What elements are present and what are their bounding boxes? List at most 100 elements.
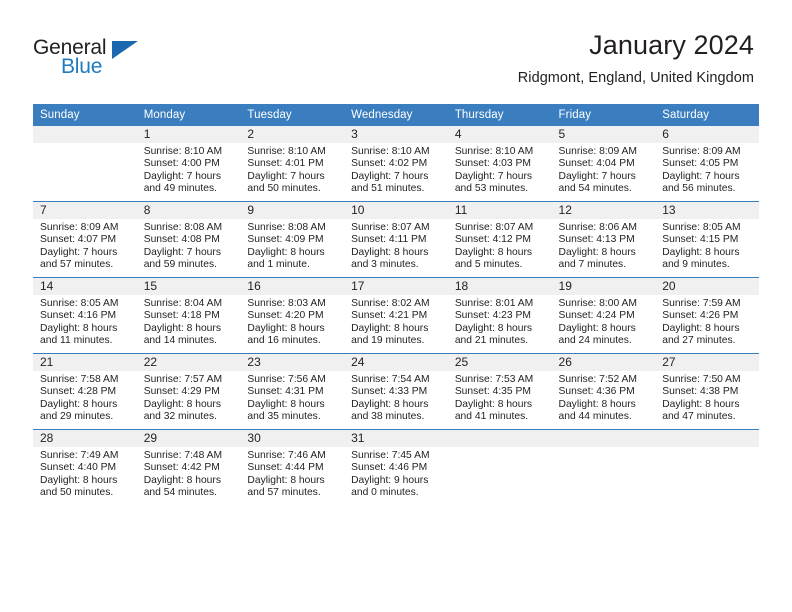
calendar-day-cell[interactable]: 5 Sunrise: 8:09 AM Sunset: 4:04 PM Daylight… [551,126,656,202]
sunset-text: Sunset: 4:28 PM [40,386,117,398]
calendar-day-cell[interactable]: 18 Sunrise: 8:01 AM Sunset: 4:23 PM Dayligh… [447,277,552,354]
sunrise-text: Sunrise: 8:04 AM [143,298,223,309]
calendar-day-cell[interactable]: 14 Sunrise: 8:05 AM Sunset: 4:16 PM Dayligh… [33,277,137,354]
day-cell-content: 16 Sunrise: 8:03 AM Sunset: 4:20 PM Dayligh… [240,278,345,353]
day-cell-content: 11 Sunrise: 8:07 AM Sunset: 4:12 PM Dayligh… [447,202,552,277]
daylight-text-line2: and 44 minutes. [558,411,632,423]
sun-details: Sunrise: 7:50 AM Sunset: 4:38 PM Daylight:… [655,371,759,424]
weekday-header-tuesday: Tuesday [240,104,345,126]
calendar-day-cell[interactable]: 15 Sunrise: 8:04 AM Sunset: 4:18 PM Dayligh… [136,277,241,354]
day-cell-content: 26 Sunrise: 7:52 AM Sunset: 4:36 PM Dayligh… [551,354,656,429]
sunset-text: Sunset: 4:18 PM [143,310,220,322]
day-number: 31 [344,430,448,447]
sunset-text: Sunset: 4:38 PM [662,386,739,398]
daylight-text-line1: Daylight: 8 hours [558,398,636,410]
calendar-day-cell[interactable]: 6 Sunrise: 8:09 AM Sunset: 4:05 PM Daylight… [655,126,759,202]
sunrise-text: Sunrise: 8:09 AM [662,146,741,157]
daylight-text-line2: and 32 minutes. [143,411,217,423]
sunset-text: Sunset: 4:33 PM [351,386,428,398]
day-number [33,126,137,143]
daylight-text-line1: Daylight: 8 hours [247,474,325,486]
sunset-text: Sunset: 4:21 PM [351,310,428,322]
sunset-text: Sunset: 4:16 PM [40,310,117,322]
calendar-day-cell[interactable]: 31 Sunrise: 7:45 AM Sunset: 4:46 PM Dayligh… [344,429,448,505]
calendar-day-cell[interactable]: 10 Sunrise: 8:07 AM Sunset: 4:11 PM Dayligh… [344,201,448,278]
daylight-text-line2: and 59 minutes. [143,259,217,271]
calendar-day-cell[interactable]: 29 Sunrise: 7:48 AM Sunset: 4:42 PM Dayligh… [136,429,241,505]
daylight-text-line1: Daylight: 8 hours [558,246,636,258]
daylight-text-line2: and 14 minutes. [143,335,217,347]
day-number: 9 [240,202,345,219]
sunrise-text: Sunrise: 7:49 AM [40,450,119,461]
calendar-day-cell[interactable]: 12 Sunrise: 8:06 AM Sunset: 4:13 PM Dayligh… [551,201,656,278]
calendar-day-cell[interactable]: 2 Sunrise: 8:10 AM Sunset: 4:01 PM Daylight… [240,126,345,202]
calendar-day-cell[interactable]: 3 Sunrise: 8:10 AM Sunset: 4:02 PM Daylight… [344,126,448,202]
daylight-text-line2: and 35 minutes. [247,411,321,423]
sunset-text: Sunset: 4:31 PM [247,386,324,398]
calendar-day-cell[interactable]: 21 Sunrise: 7:58 AM Sunset: 4:28 PM Dayligh… [33,353,137,430]
calendar-day-cell[interactable]: 4 Sunrise: 8:10 AM Sunset: 4:03 PM Daylight… [447,126,552,202]
calendar-day-cell[interactable]: 8 Sunrise: 8:08 AM Sunset: 4:08 PM Daylight… [136,201,241,278]
day-cell-content: 20 Sunrise: 7:59 AM Sunset: 4:26 PM Dayligh… [655,278,759,353]
sunset-text: Sunset: 4:09 PM [247,234,324,246]
calendar-day-cell[interactable]: 7 Sunrise: 8:09 AM Sunset: 4:07 PM Daylight… [33,201,137,278]
calendar-day-cell[interactable]: 23 Sunrise: 7:56 AM Sunset: 4:31 PM Dayligh… [240,353,345,430]
sunrise-text: Sunrise: 8:10 AM [143,146,223,157]
sun-details: Sunrise: 8:10 AM Sunset: 4:03 PM Daylight:… [448,143,552,196]
daylight-text-line2: and 57 minutes. [40,259,114,271]
daylight-text-line2: and 16 minutes. [247,335,321,347]
sunset-text: Sunset: 4:12 PM [454,234,531,246]
calendar-day-cell[interactable]: 25 Sunrise: 7:53 AM Sunset: 4:35 PM Dayligh… [447,353,552,430]
daylight-text-line1: Daylight: 8 hours [454,398,533,410]
daylight-text-line1: Daylight: 8 hours [662,398,740,410]
sun-details: Sunrise: 8:02 AM Sunset: 4:21 PM Daylight:… [344,295,448,348]
day-number: 29 [136,430,241,447]
sunset-text: Sunset: 4:07 PM [40,234,117,246]
calendar-day-cell[interactable]: 1 Sunrise: 8:10 AM Sunset: 4:00 PM Daylight… [136,126,241,202]
day-cell-content: 15 Sunrise: 8:04 AM Sunset: 4:18 PM Dayligh… [136,278,241,353]
daylight-text-line2: and 49 minutes. [143,183,217,195]
calendar-day-cell[interactable]: 19 Sunrise: 8:00 AM Sunset: 4:24 PM Dayligh… [551,277,656,354]
calendar-day-cell[interactable]: 30 Sunrise: 7:46 AM Sunset: 4:44 PM Dayligh… [240,429,345,505]
daylight-text-line2: and 54 minutes. [558,183,632,195]
sun-details: Sunrise: 8:09 AM Sunset: 4:05 PM Daylight:… [655,143,759,196]
daylight-text-line1: Daylight: 8 hours [558,322,636,334]
calendar-day-cell[interactable]: 26 Sunrise: 7:52 AM Sunset: 4:36 PM Dayligh… [551,353,656,430]
daylight-text-line1: Daylight: 8 hours [143,322,221,334]
daylight-text-line1: Daylight: 7 hours [662,170,740,182]
calendar-day-cell[interactable]: 27 Sunrise: 7:50 AM Sunset: 4:38 PM Dayligh… [655,353,759,430]
daylight-text-line1: Daylight: 8 hours [454,246,533,258]
calendar-day-cell[interactable]: 17 Sunrise: 8:02 AM Sunset: 4:21 PM Dayligh… [344,277,448,354]
sunrise-text: Sunrise: 8:10 AM [454,146,534,157]
sunrise-text: Sunrise: 8:01 AM [454,298,534,309]
day-cell-content: 1 Sunrise: 8:10 AM Sunset: 4:00 PM Daylight… [136,126,241,201]
day-cell-content: 21 Sunrise: 7:58 AM Sunset: 4:28 PM Dayligh… [33,354,137,429]
day-cell-content: 2 Sunrise: 8:10 AM Sunset: 4:01 PM Daylight… [240,126,345,201]
sunrise-text: Sunrise: 8:05 AM [662,222,741,233]
day-number [551,430,656,447]
calendar-day-cell[interactable]: 11 Sunrise: 8:07 AM Sunset: 4:12 PM Dayligh… [447,201,552,278]
daylight-text-line1: Daylight: 9 hours [351,474,429,486]
calendar-day-cell[interactable]: 20 Sunrise: 7:59 AM Sunset: 4:26 PM Dayligh… [655,277,759,354]
sunset-text: Sunset: 4:02 PM [351,158,428,170]
weekday-header-friday: Friday [551,104,656,126]
calendar-day-cell[interactable]: 13 Sunrise: 8:05 AM Sunset: 4:15 PM Dayligh… [655,201,759,278]
calendar-day-cell[interactable]: 24 Sunrise: 7:54 AM Sunset: 4:33 PM Dayligh… [344,353,448,430]
day-number: 13 [655,202,759,219]
daylight-text-line1: Daylight: 7 hours [558,170,636,182]
calendar-day-cell[interactable]: 22 Sunrise: 7:57 AM Sunset: 4:29 PM Dayligh… [136,353,241,430]
daylight-text-line2: and 50 minutes. [247,183,321,195]
calendar-day-cell[interactable]: 28 Sunrise: 7:49 AM Sunset: 4:40 PM Dayligh… [33,429,137,505]
day-cell-content: 27 Sunrise: 7:50 AM Sunset: 4:38 PM Dayligh… [655,354,759,429]
sunset-text: Sunset: 4:23 PM [454,310,531,322]
daylight-text-line1: Daylight: 8 hours [454,322,533,334]
calendar-day-cell[interactable]: 16 Sunrise: 8:03 AM Sunset: 4:20 PM Dayligh… [240,277,345,354]
day-cell-content: 4 Sunrise: 8:10 AM Sunset: 4:03 PM Daylight… [447,126,552,201]
daylight-text-line2: and 9 minutes. [662,259,730,271]
daylight-text-line2: and 41 minutes. [454,411,529,423]
calendar-week-row: 14 Sunrise: 8:05 AM Sunset: 4:16 PM Dayligh… [33,277,759,354]
calendar-day-cell[interactable]: 9 Sunrise: 8:08 AM Sunset: 4:09 PM Daylight… [240,201,345,278]
day-cell-content [33,126,137,201]
day-cell-content: 12 Sunrise: 8:06 AM Sunset: 4:13 PM Dayligh… [551,202,656,277]
sunset-text: Sunset: 4:35 PM [454,386,531,398]
